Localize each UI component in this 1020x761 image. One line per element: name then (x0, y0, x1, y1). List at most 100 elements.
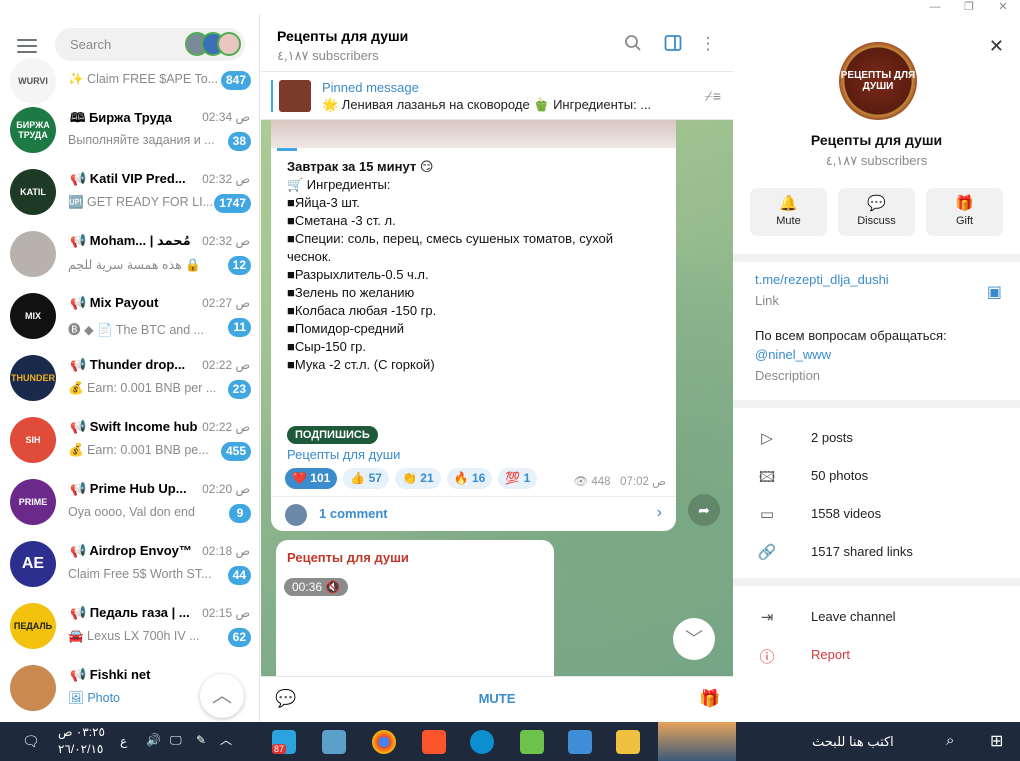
chat-preview: هذه همسة سرية للجم 🔒 (68, 258, 201, 272)
chat-preview: 🖼 Photo (68, 691, 121, 705)
stories-avatars[interactable] (185, 32, 241, 56)
chat-avatar (10, 231, 56, 277)
chat-item[interactable]: KATIL 📢 Katil VIP Pred... 02:32 ص 🆙 GET … (0, 162, 259, 224)
pin-list-icon[interactable]: ⌿≡ (704, 88, 721, 105)
channel-info: t.me/rezepti_dlja_dushi Link ▣ По всем в… (733, 262, 1020, 400)
more-icon[interactable]: ⋮ (698, 34, 718, 54)
pinned-message[interactable]: Pinned message 🌟 Ленивая лазанья на сков… (261, 72, 733, 120)
muted-icon[interactable]: 🔇 (325, 580, 340, 594)
language-indicator[interactable]: ع (120, 734, 127, 748)
post-author[interactable]: Рецепты для души (287, 550, 409, 565)
minimize-button[interactable]: — (918, 0, 952, 14)
windows-start-icon[interactable]: ⊞ (990, 731, 1003, 751)
post-line: ■Помидор-средний (287, 321, 404, 336)
links-row[interactable]: 🔗 1517 shared links (733, 533, 1020, 571)
taskbar-search-text[interactable]: اكتب هنا للبحث (812, 734, 894, 750)
gift-button[interactable]: 🎁 Gift (926, 188, 1003, 236)
post-image[interactable] (271, 120, 676, 148)
chrome-app-icon[interactable] (372, 730, 396, 754)
chat-time: 02:18 ص (202, 544, 250, 558)
qr-code-icon[interactable]: ▣ (987, 282, 1002, 302)
edge-app-icon[interactable] (470, 730, 494, 754)
file-explorer-icon[interactable] (616, 730, 640, 754)
chat-avatar: THUNDER (10, 355, 56, 401)
discuss-label: Discuss (857, 215, 896, 227)
share-icon[interactable]: ➦ (688, 494, 720, 526)
chat-avatar: БИРЖА ТРУДА (10, 107, 56, 153)
report-row[interactable]: ⓘ Report (733, 636, 1020, 674)
post-line: ■Разрыхлитель-0.5 ч.л. (287, 267, 429, 282)
search-icon[interactable]: ⌕ (946, 732, 954, 749)
unread-badge: 38 (227, 132, 251, 151)
scroll-up-button[interactable]: ︿ (200, 674, 244, 718)
reaction-hundred[interactable]: 💯 1 (498, 468, 538, 489)
chat-item[interactable]: AE 📢 Airdrop Envoy™ 02:18 ص Claim Free 5… (0, 534, 259, 596)
mute-action-button[interactable]: 🔔 Mute (750, 188, 827, 236)
chat-time: 02:32 ص (202, 172, 250, 186)
clock-date[interactable]: ٢٦/٠٢/١٥ (58, 742, 103, 756)
link-icon: 🔗 (757, 544, 777, 561)
menu-icon[interactable] (17, 39, 37, 53)
post-line: Завтрак за 15 минут 😏 (287, 159, 434, 174)
chat-item[interactable]: MIX 📢 Mix Payout 02:27 ص 🅑 ◆ 📄 The BTC a… (0, 286, 259, 348)
reaction-emoji: 👍 (350, 471, 366, 485)
game-app-icon[interactable] (520, 730, 544, 754)
sidebar-toggle-icon[interactable] (663, 34, 683, 54)
reaction-thumbs-up[interactable]: 👍 57 (343, 468, 389, 489)
chat-item[interactable]: ПЕДАЛЬ 📢 Педаль газа | ... 02:15 ص 🚘 Lex… (0, 596, 259, 658)
chevron-right-icon[interactable]: › (657, 504, 662, 522)
close-icon[interactable]: ✕ (989, 36, 1004, 57)
chat-item[interactable]: THUNDER 📢 Thunder drop... 02:22 ص 💰 Earn… (0, 348, 259, 410)
search-highlight-image[interactable] (658, 722, 736, 761)
chat-preview: 🚘 Lexus LX 700h IV ... (68, 629, 200, 643)
chat-name: 📢 Mix Payout (70, 295, 159, 310)
unread-badge: 847 (220, 71, 251, 90)
volume-icon[interactable]: 🔊 (146, 733, 161, 747)
notification-icon[interactable]: 🗨 (22, 733, 40, 750)
divider (271, 496, 676, 497)
eye-icon: 👁 (573, 476, 589, 488)
store-app-icon[interactable] (568, 730, 592, 754)
mute-button[interactable]: MUTE (261, 691, 733, 706)
telegram-badge: 87 (272, 744, 287, 754)
chat-item[interactable]: PRIME 📢 Prime Hub Up... 02:20 ص Oya oooo… (0, 472, 259, 534)
chat-name: 📢 Airdrop Envoy™ (70, 543, 192, 558)
brave-app-icon[interactable] (422, 730, 446, 754)
telegram-app-icon[interactable]: 87 (272, 730, 296, 754)
pen-icon[interactable]: ✎ (196, 733, 206, 747)
photos-label: 50 photos (811, 468, 869, 483)
link-caption: Link (755, 293, 779, 308)
subscribe-link[interactable]: Рецепты для души (287, 447, 400, 462)
scroll-down-button[interactable]: ﹀ (673, 618, 715, 660)
chat-item[interactable]: 📢 Moham... | مُحمد 02:32 ص هذه همسة سرية… (0, 224, 259, 286)
description-handle[interactable]: @ninel_www (755, 347, 831, 362)
search-icon[interactable] (623, 34, 643, 54)
maximize-button[interactable]: ❐ (952, 0, 986, 14)
chat-item[interactable]: БИРЖА ТРУДА 🕮 Биржа Труда 02:34 ص Выполн… (0, 100, 259, 162)
post-line: ■Колбаса любая -150 гр. (287, 303, 437, 318)
notepad-app-icon[interactable] (322, 730, 346, 754)
gift-icon[interactable]: 🎁 (699, 689, 720, 709)
reaction-clap[interactable]: 👏 21 (394, 468, 441, 489)
tray-chevron-icon[interactable]: ︿ (220, 731, 232, 748)
leave-channel-row[interactable]: ⇥ Leave channel (733, 598, 1020, 636)
channel-header[interactable]: Рецепты для души ٤,١٨٧ subscribers ⋮ (261, 14, 733, 72)
network-icon[interactable]: 🖵 (170, 733, 182, 748)
channel-link[interactable]: t.me/rezepti_dlja_dushi (755, 272, 889, 287)
clock-time[interactable]: ٠٣:٢٥ ص (58, 725, 105, 739)
discuss-button[interactable]: 💬 Discuss (838, 188, 915, 236)
close-window-button[interactable]: ✕ (986, 0, 1020, 14)
videos-row[interactable]: ▭ 1558 videos (733, 495, 1020, 533)
post-line: ■Специи: соль, перец, смесь сушеных тома… (287, 231, 614, 246)
channel-actions: ⇥ Leave channel ⓘ Report (733, 586, 1020, 722)
reaction-heart[interactable]: ❤️ 101 (285, 468, 338, 489)
comments-link[interactable]: 1 comment (319, 506, 388, 521)
photos-row[interactable]: 🖾 50 photos (733, 457, 1020, 495)
chat-avatar: ПЕДАЛЬ (10, 603, 56, 649)
posts-row[interactable]: ▷ 2 posts (733, 419, 1020, 457)
reaction-fire[interactable]: 🔥 16 (446, 468, 493, 489)
chat-avatar: SIH (10, 417, 56, 463)
chat-name: 📢 Moham... | مُحمد (70, 233, 191, 248)
chat-item[interactable]: SIH 📢 Swift Income hub 02:22 ص 💰 Earn: 0… (0, 410, 259, 472)
channel-info-panel: ✕ РЕЦЕПТЫ ДЛЯ ДУШИ Рецепты для души ٤,١٨… (733, 14, 1020, 722)
